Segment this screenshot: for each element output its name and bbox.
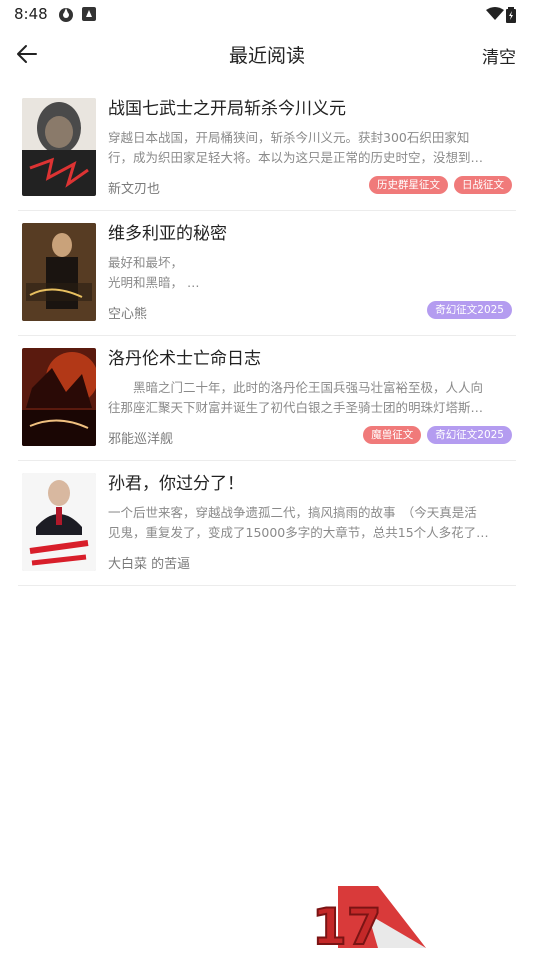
- status-time: 8:48: [14, 5, 48, 23]
- sync-icon: [58, 7, 73, 22]
- list-item[interactable]: 孙君，你过分了！ 一个后世来客，穿越战争遗孤二代，搞风搞雨的故事 （今天真是活 …: [18, 467, 516, 586]
- book-title: 洛丹伦术士亡命日志: [108, 349, 261, 369]
- book-cover: [22, 98, 96, 196]
- page-title: 最近阅读: [228, 44, 305, 67]
- book-description: 黑暗之门二十年，此时的洛丹伦王国兵强马壮富裕至极，人人向 往那座汇聚天下财富并诞…: [108, 380, 484, 415]
- book-description: 穿越日本战国，开局桶狭间，斩杀今川义元。获封300石织田家知 行，成为织田家足轻…: [108, 130, 484, 165]
- book-title: 孙君，你过分了！: [108, 474, 244, 494]
- book-tags: 历史群星征文 日战征文: [369, 176, 512, 194]
- battery-icon: [506, 7, 520, 23]
- list-item[interactable]: 洛丹伦术士亡命日志 黑暗之门二十年，此时的洛丹伦王国兵强马壮富裕至极，人人向 往…: [18, 342, 516, 461]
- list-item[interactable]: 战国七武士之开局斩杀今川义元 穿越日本战国，开局桶狭间，斩杀今川义元。获封300…: [18, 92, 516, 211]
- book-title: 维多利亚的秘密: [108, 224, 227, 244]
- tag-badge: 奇幻征文2025: [427, 301, 512, 319]
- clear-button[interactable]: 清空: [482, 43, 516, 68]
- tag-badge: 魔兽征文: [363, 426, 422, 444]
- arrow-left-icon: [17, 45, 37, 63]
- book-tags: 奇幻征文2025: [427, 301, 512, 319]
- app-notification-icon: [81, 7, 96, 21]
- tag-badge: 奇幻征文2025: [427, 426, 512, 444]
- recent-reading-list: 战国七武士之开局斩杀今川义元 穿越日本战国，开局桶狭间，斩杀今川义元。获封300…: [18, 92, 516, 592]
- book-description: 一个后世来客，穿越战争遗孤二代，搞风搞雨的故事 （今天真是活 见鬼，重复发了，变…: [108, 505, 489, 540]
- book-description: 最好和最坏， 光明和黑暗， …: [108, 255, 200, 290]
- book-title: 战国七武士之开局斩杀今川义元: [108, 99, 346, 119]
- status-bar: 8:48: [0, 0, 534, 28]
- book-author: 空心熊: [108, 307, 148, 322]
- book-cover: [22, 473, 96, 571]
- tag-badge: 日战征文: [454, 176, 512, 194]
- book-cover: [22, 348, 96, 446]
- badge-number: 17: [312, 898, 382, 950]
- list-item[interactable]: 维多利亚的秘密 最好和最坏， 光明和黑暗， … 空心熊 奇幻征文2025: [18, 217, 516, 336]
- tag-badge: 历史群星征文: [369, 176, 448, 194]
- book-author: 新文刃也: [108, 182, 161, 197]
- book-author: 邪能巡洋舰: [108, 432, 174, 447]
- wifi-icon: [486, 7, 504, 21]
- book-tags: 魔兽征文 奇幻征文2025: [363, 426, 512, 444]
- floating-badge-decoration: 17: [308, 884, 428, 954]
- app-bar: 最近阅读 清空: [0, 28, 534, 80]
- book-author: 大白菜 的苦逼: [108, 557, 191, 572]
- back-button[interactable]: [14, 41, 40, 67]
- book-cover: [22, 223, 96, 321]
